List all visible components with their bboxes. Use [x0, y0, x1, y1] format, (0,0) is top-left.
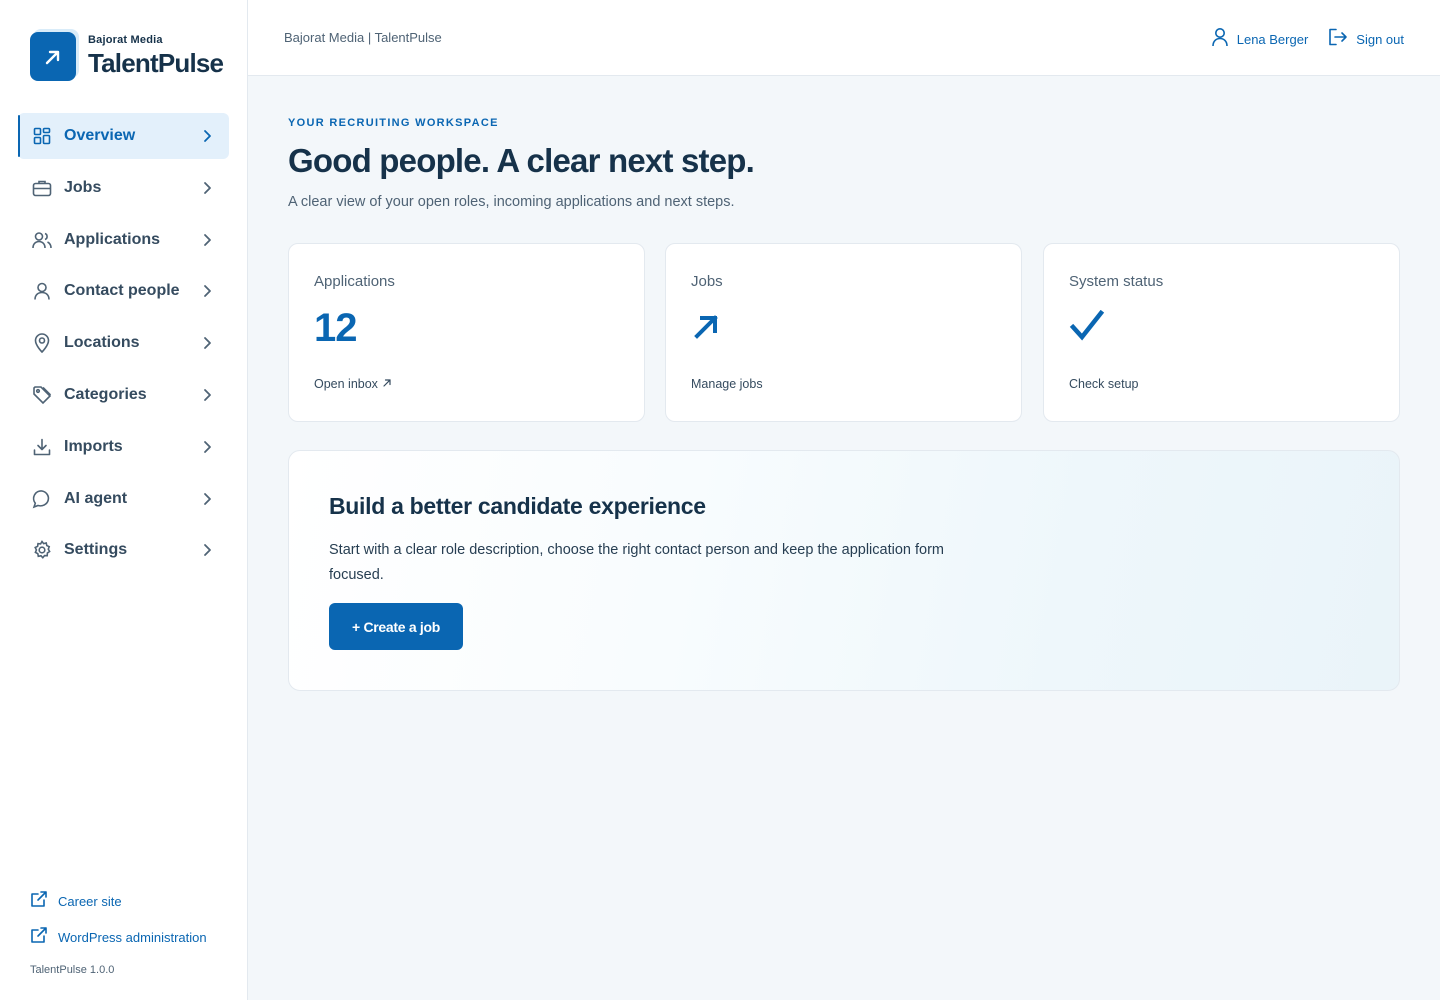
breadcrumb: Bajorat Media | TalentPulse: [284, 30, 442, 45]
sidebar-item-imports[interactable]: Imports: [18, 424, 229, 470]
chevron-right-icon: [199, 335, 215, 351]
arrow-up-right-icon: [30, 32, 76, 81]
chevron-right-icon: [199, 180, 215, 196]
sidebar-item-ai-agent[interactable]: AI agent: [18, 476, 229, 522]
wordpress-admin-link[interactable]: WordPress administration: [30, 926, 207, 948]
chevron-right-icon: [199, 542, 215, 558]
chat-bubble-icon: [32, 489, 52, 509]
download-icon: [32, 437, 52, 457]
sign-out-icon: [1328, 28, 1348, 51]
card-link-label: Open inbox: [314, 377, 378, 391]
sidebar-item-label: Jobs: [64, 178, 102, 196]
sidebar-item-label: Imports: [64, 437, 123, 455]
sidebar-item-label: Applications: [64, 230, 161, 248]
external-link-icon: [30, 926, 48, 949]
system-status-card: System status Check setup: [1043, 243, 1400, 422]
chevron-right-icon: [199, 439, 215, 455]
brand-company: Bajorat Media: [88, 34, 163, 46]
check-setup-link[interactable]: Check setup: [1069, 377, 1138, 391]
sidebar-item-overview[interactable]: Overview: [18, 113, 229, 159]
user-icon: [32, 281, 52, 301]
open-inbox-link[interactable]: Open inbox: [314, 377, 392, 391]
chevron-right-icon: [199, 283, 215, 299]
sidebar-item-label: Contact people: [64, 282, 180, 300]
jobs-card: Jobs Manage jobs: [665, 243, 1022, 422]
sidebar-item-label: Settings: [64, 541, 128, 559]
create-job-button[interactable]: + Create a job: [329, 603, 463, 650]
sign-out-button[interactable]: Sign out: [1328, 28, 1404, 51]
user-profile-link[interactable]: Lena Berger: [1211, 27, 1309, 52]
card-title: System status: [1069, 273, 1164, 290]
card-link-label: Check setup: [1069, 377, 1139, 391]
chevron-right-icon: [199, 387, 215, 403]
sidebar-item-settings[interactable]: Settings: [18, 527, 229, 573]
arrow-up-right-icon: [382, 377, 392, 391]
page-subtitle: A clear view of your open roles, incomin…: [288, 194, 735, 210]
sidebar-footer-links: Career site WordPress administration: [30, 890, 207, 962]
promo-text: Start with a clear role description, cho…: [329, 542, 944, 583]
sign-out-label: Sign out: [1356, 32, 1404, 47]
sidebar-item-label: Categories: [64, 385, 147, 403]
sidebar-item-contact-people[interactable]: Contact people: [18, 268, 229, 314]
sidebar-item-categories[interactable]: Categories: [18, 372, 229, 418]
checkmark-icon: [1069, 309, 1105, 349]
sidebar-nav: Overview Jobs Applications Contact peopl…: [18, 113, 229, 579]
external-link-icon: [30, 890, 48, 913]
version-label: TalentPulse 1.0.0: [30, 964, 115, 976]
sidebar-item-applications[interactable]: Applications: [18, 217, 229, 263]
card-title: Jobs: [691, 273, 723, 290]
chevron-right-icon: [199, 232, 215, 248]
brand-product: TalentPulse: [88, 48, 224, 78]
page-title: Good people. A clear next step.: [288, 142, 755, 179]
map-pin-icon: [32, 333, 52, 354]
user-name: Lena Berger: [1236, 32, 1309, 47]
sidebar-item-label: AI agent: [64, 489, 128, 507]
promo-panel: Build a better candidate experience Star…: [288, 450, 1400, 691]
card-link-label: Manage jobs: [691, 377, 763, 391]
chevron-right-icon: [199, 491, 215, 507]
wordpress-admin-label: WordPress administration: [58, 929, 207, 945]
sidebar-item-locations[interactable]: Locations: [18, 320, 229, 366]
top-bar: Bajorat Media | TalentPulse Lena Berger …: [248, 0, 1440, 76]
sidebar: Bajorat Media TalentPulse Overview Jobs: [0, 0, 248, 1000]
arrow-up-right-icon: [691, 310, 723, 347]
applications-card: Applications 12 Open inbox: [288, 243, 645, 422]
gear-icon: [32, 540, 52, 560]
manage-jobs-link[interactable]: Manage jobs: [691, 377, 763, 391]
applications-count: 12: [314, 306, 357, 350]
career-site-link[interactable]: Career site: [30, 890, 207, 912]
sidebar-item-label: Locations: [64, 334, 140, 352]
chevron-right-icon: [199, 128, 215, 144]
user-icon: [1211, 27, 1229, 52]
career-site-label: Career site: [58, 893, 122, 909]
sidebar-item-label: Overview: [64, 127, 136, 144]
tag-icon: [32, 385, 52, 405]
briefcase-icon: [32, 178, 52, 198]
users-icon: [32, 230, 52, 250]
sidebar-item-jobs[interactable]: Jobs: [18, 165, 229, 211]
brand[interactable]: Bajorat Media TalentPulse: [30, 32, 224, 81]
promo-title: Build a better candidate experience: [329, 493, 706, 519]
user-area: Lena Berger Sign out: [1211, 27, 1404, 52]
eyebrow: YOUR RECRUITING WORKSPACE: [288, 117, 499, 129]
card-title: Applications: [314, 273, 395, 290]
grid-icon: [32, 126, 52, 146]
